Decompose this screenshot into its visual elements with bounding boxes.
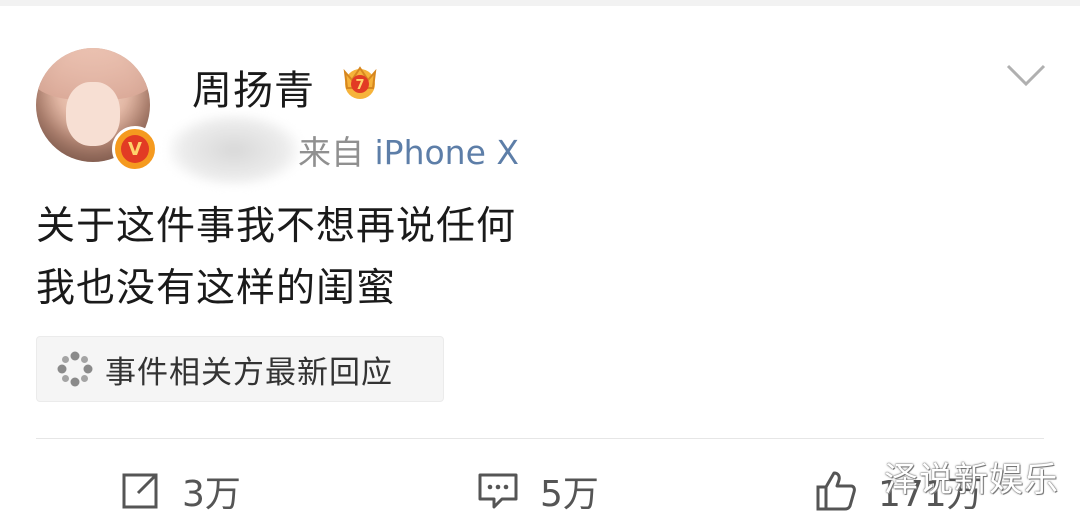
obscured-timestamp (168, 114, 300, 186)
comment-count: 5万 (540, 474, 599, 515)
repost-button[interactable]: 3万 (118, 466, 241, 516)
top-separator (0, 0, 1080, 6)
content-line: 关于这件事我不想再说任何 (36, 204, 517, 249)
topic-chip[interactable]: 事件相关方最新回应 (36, 336, 444, 402)
repost-count: 3万 (182, 474, 241, 515)
content-line: 我也没有这样的闺蜜 (36, 266, 397, 311)
comment-icon (478, 473, 518, 509)
topic-chip-label: 事件相关方最新回应 (105, 354, 393, 391)
crown-icon[interactable]: 7 (338, 58, 382, 102)
post-source: 来自 iPhone X (298, 126, 519, 174)
sparkle-icon (57, 351, 93, 387)
chevron-down-icon[interactable] (1004, 62, 1048, 90)
username[interactable]: 周扬青 (192, 58, 315, 116)
thumbs-up-icon (816, 471, 856, 511)
verified-badge-icon: V (112, 126, 158, 172)
source-prefix: 来自 (298, 133, 364, 172)
post-content: 关于这件事我不想再说任何 我也没有这样的闺蜜 (36, 196, 516, 320)
share-icon (122, 473, 158, 509)
verified-badge-letter: V (121, 135, 149, 163)
avatar-face (66, 82, 120, 146)
svg-text:7: 7 (355, 78, 364, 93)
divider (36, 438, 1044, 439)
source-device[interactable]: iPhone X (375, 133, 520, 172)
comment-button[interactable]: 5万 (476, 466, 599, 516)
watermark: 泽说新娱乐 (884, 460, 1059, 500)
